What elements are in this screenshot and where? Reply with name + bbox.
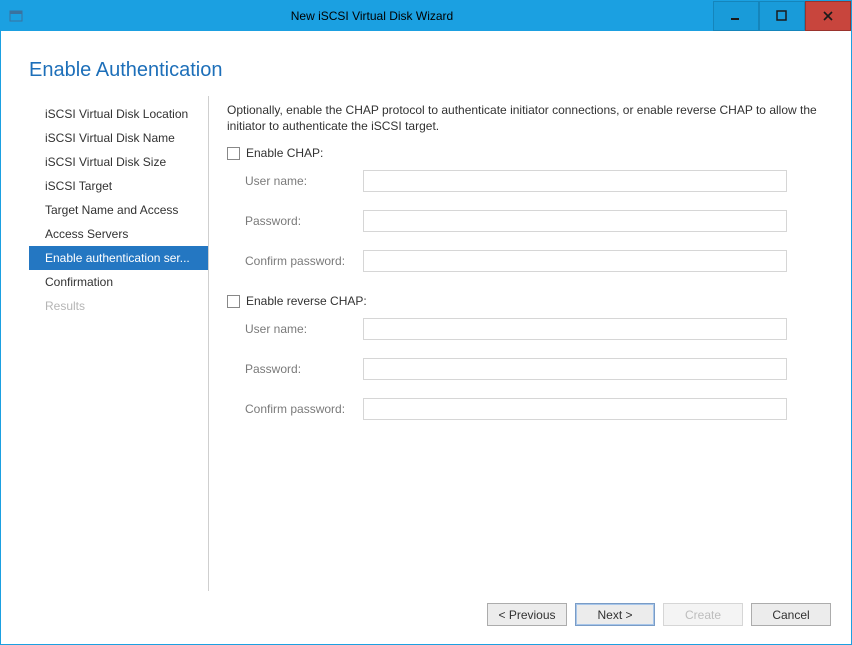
- step-access-servers[interactable]: Access Servers: [29, 222, 208, 246]
- enable-chap-row: Enable CHAP:: [227, 146, 823, 160]
- chap-password-label: Password:: [245, 214, 363, 228]
- step-enable-authentication[interactable]: Enable authentication ser...: [29, 246, 208, 270]
- wizard-steps: iSCSI Virtual Disk Location iSCSI Virtua…: [29, 96, 209, 591]
- window-controls: [713, 1, 851, 31]
- step-confirmation[interactable]: Confirmation: [29, 270, 208, 294]
- content-pane: Optionally, enable the CHAP protocol to …: [227, 96, 823, 591]
- chap-confirm-row: Confirm password:: [245, 250, 823, 272]
- wizard-footer: < Previous Next > Create Cancel: [1, 591, 851, 644]
- rchap-password-row: Password:: [245, 358, 823, 380]
- chap-password-input[interactable]: [363, 210, 787, 232]
- description-text: Optionally, enable the CHAP protocol to …: [227, 102, 823, 134]
- rchap-username-row: User name:: [245, 318, 823, 340]
- maximize-icon: [776, 10, 788, 22]
- chap-username-row: User name:: [245, 170, 823, 192]
- app-icon: [1, 1, 31, 31]
- minimize-button[interactable]: [713, 1, 759, 31]
- next-button[interactable]: Next >: [575, 603, 655, 626]
- rchap-confirm-row: Confirm password:: [245, 398, 823, 420]
- chap-confirm-input[interactable]: [363, 250, 787, 272]
- step-disk-name[interactable]: iSCSI Virtual Disk Name: [29, 126, 208, 150]
- chap-password-row: Password:: [245, 210, 823, 232]
- chap-username-input[interactable]: [363, 170, 787, 192]
- previous-button[interactable]: < Previous: [487, 603, 567, 626]
- enable-chap-checkbox[interactable]: [227, 147, 240, 160]
- rchap-password-input[interactable]: [363, 358, 787, 380]
- rchap-username-label: User name:: [245, 322, 363, 336]
- enable-reverse-chap-row: Enable reverse CHAP:: [227, 294, 823, 308]
- close-icon: [822, 10, 834, 22]
- enable-reverse-chap-checkbox[interactable]: [227, 295, 240, 308]
- close-button[interactable]: [805, 1, 851, 31]
- cancel-button[interactable]: Cancel: [751, 603, 831, 626]
- body: iSCSI Virtual Disk Location iSCSI Virtua…: [1, 96, 851, 591]
- step-iscsi-target[interactable]: iSCSI Target: [29, 174, 208, 198]
- rchap-confirm-input[interactable]: [363, 398, 787, 420]
- client-area: Enable Authentication iSCSI Virtual Disk…: [1, 31, 851, 644]
- enable-chap-label: Enable CHAP:: [246, 146, 323, 160]
- step-disk-size[interactable]: iSCSI Virtual Disk Size: [29, 150, 208, 174]
- create-button: Create: [663, 603, 743, 626]
- step-results: Results: [29, 294, 208, 318]
- wizard-window: New iSCSI Virtual Disk Wizard Enable Aut…: [0, 0, 852, 645]
- chap-username-label: User name:: [245, 174, 363, 188]
- enable-reverse-chap-label: Enable reverse CHAP:: [246, 294, 367, 308]
- minimize-icon: [730, 10, 742, 22]
- page-header: Enable Authentication: [1, 31, 851, 96]
- window-title: New iSCSI Virtual Disk Wizard: [31, 1, 713, 31]
- titlebar: New iSCSI Virtual Disk Wizard: [1, 1, 851, 31]
- rchap-confirm-label: Confirm password:: [245, 402, 363, 416]
- rchap-username-input[interactable]: [363, 318, 787, 340]
- rchap-password-label: Password:: [245, 362, 363, 376]
- step-disk-location[interactable]: iSCSI Virtual Disk Location: [29, 102, 208, 126]
- page-title: Enable Authentication: [29, 59, 851, 82]
- step-target-name[interactable]: Target Name and Access: [29, 198, 208, 222]
- chap-confirm-label: Confirm password:: [245, 254, 363, 268]
- maximize-button[interactable]: [759, 1, 805, 31]
